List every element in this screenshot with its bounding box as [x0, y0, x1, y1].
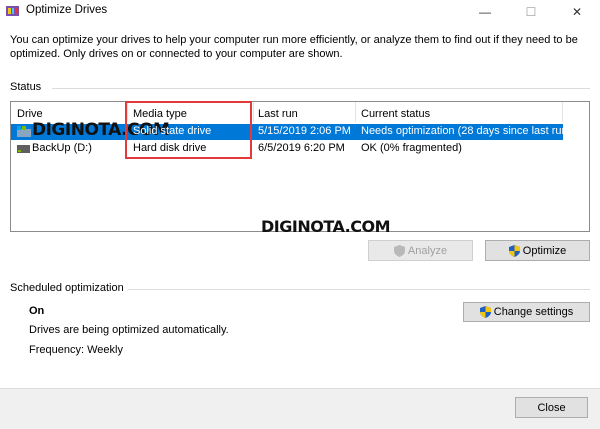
- schedule-state: On: [29, 305, 45, 317]
- close-window-button[interactable]: ✕: [554, 0, 600, 24]
- optimize-label: Optimize: [522, 244, 567, 257]
- change-settings-button[interactable]: Change settings: [463, 302, 590, 322]
- uac-shield-icon: [479, 306, 491, 318]
- schedule-frequency: Frequency: Weekly: [29, 344, 123, 356]
- analyze-label: Analyze: [407, 244, 448, 257]
- current-status-cell: OK (0% fragmented): [361, 142, 462, 154]
- optimize-button[interactable]: Optimize: [485, 240, 590, 261]
- last-run-cell: 6/5/2019 6:20 PM: [258, 142, 345, 154]
- close-icon: ✕: [571, 5, 583, 19]
- minimize-button[interactable]: —: [462, 0, 508, 24]
- dialog-footer: [0, 388, 600, 429]
- media-type-highlight-box: [125, 101, 252, 159]
- scheduled-divider: [128, 289, 590, 290]
- column-header-current-status[interactable]: Current status: [361, 108, 430, 120]
- drive-name: BackUp (D:): [32, 142, 92, 154]
- status-section-label: Status: [10, 81, 42, 93]
- uac-shield-icon: [508, 244, 520, 257]
- hard-drive-icon: [17, 145, 30, 153]
- close-label: Close: [537, 401, 566, 414]
- maximize-icon: ☐: [525, 5, 537, 19]
- column-separator: [562, 102, 563, 122]
- minimize-icon: —: [479, 5, 491, 19]
- current-status-cell: Needs optimization (28 days since last r…: [361, 125, 572, 137]
- maximize-button[interactable]: ☐: [508, 0, 554, 24]
- uac-shield-icon: [393, 244, 405, 257]
- defrag-app-icon: [6, 6, 19, 16]
- window-title: Optimize Drives: [26, 4, 108, 16]
- ssd-drive-icon: [17, 126, 31, 137]
- description-text: You can optimize your drives to help you…: [10, 34, 578, 60]
- last-run-cell: 5/15/2019 2:06 PM: [258, 125, 351, 137]
- column-header-drive[interactable]: Drive: [17, 108, 43, 120]
- schedule-detail: Drives are being optimized automatically…: [29, 324, 229, 336]
- analyze-button[interactable]: Analyze: [368, 240, 473, 261]
- column-header-last-run[interactable]: Last run: [258, 108, 298, 120]
- watermark-text: DIGINOTA.COM: [261, 217, 391, 236]
- scheduled-section-label: Scheduled optimization: [10, 282, 124, 294]
- column-separator: [355, 102, 356, 122]
- column-separator: [253, 102, 254, 122]
- close-button[interactable]: Close: [515, 397, 588, 418]
- change-settings-label: Change settings: [493, 306, 574, 318]
- title-bar: Optimize Drives — ☐ ✕: [0, 0, 600, 24]
- status-divider: [52, 88, 590, 89]
